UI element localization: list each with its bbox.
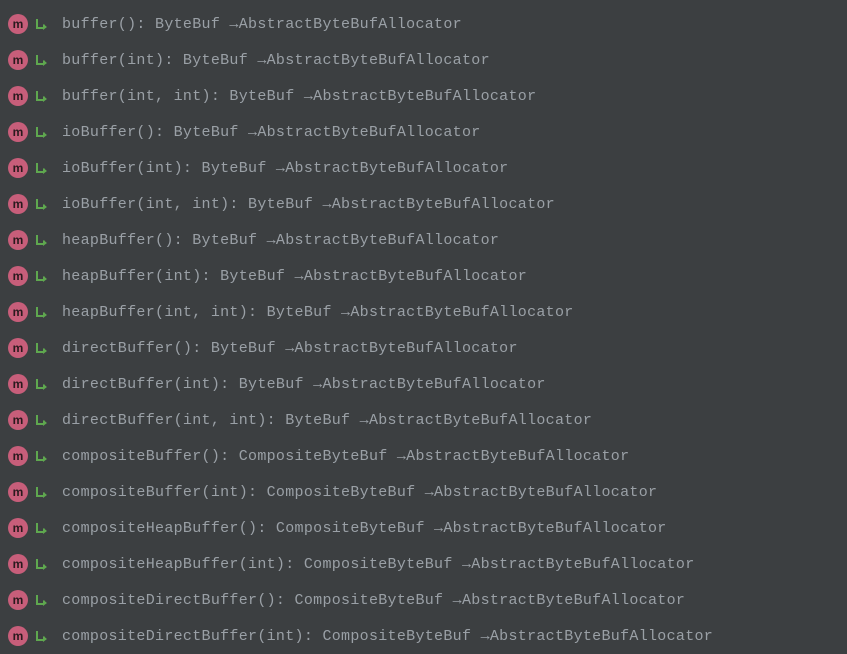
method-item[interactable]: m ioBuffer(): ByteBuf →AbstractByteBufAl… [0, 114, 847, 150]
method-signature: ioBuffer(): ByteBuf →AbstractByteBufAllo… [62, 124, 481, 141]
override-icon [34, 413, 48, 427]
method-item[interactable]: m heapBuffer(int): ByteBuf →AbstractByte… [0, 258, 847, 294]
method-signature: ioBuffer(int): ByteBuf →AbstractByteBufA… [62, 160, 508, 177]
method-item[interactable]: m compositeBuffer(int): CompositeByteBuf… [0, 474, 847, 510]
method-signature: heapBuffer(): ByteBuf →AbstractByteBufAl… [62, 232, 499, 249]
method-icon-letter: m [13, 449, 24, 463]
method-signature: compositeDirectBuffer(int): CompositeByt… [62, 628, 713, 645]
method-icon-letter: m [13, 17, 24, 31]
method-icon: m [8, 374, 28, 394]
method-item[interactable]: m buffer(int): ByteBuf →AbstractByteBufA… [0, 42, 847, 78]
override-icon [34, 89, 48, 103]
override-icon [34, 17, 48, 31]
method-icon-letter: m [13, 377, 24, 391]
override-icon [34, 485, 48, 499]
method-item[interactable]: m buffer(int, int): ByteBuf →AbstractByt… [0, 78, 847, 114]
method-signature: buffer(): ByteBuf →AbstractByteBufAlloca… [62, 16, 462, 33]
override-icon [34, 53, 48, 67]
method-icon: m [8, 266, 28, 286]
method-icon-letter: m [13, 521, 24, 535]
method-icon: m [8, 194, 28, 214]
method-icon-letter: m [13, 53, 24, 67]
method-icon-letter: m [13, 557, 24, 571]
method-signature: directBuffer(int, int): ByteBuf →Abstrac… [62, 412, 592, 429]
method-icon: m [8, 158, 28, 178]
method-item[interactable]: m ioBuffer(int): ByteBuf →AbstractByteBu… [0, 150, 847, 186]
method-icon: m [8, 230, 28, 250]
override-icon [34, 557, 48, 571]
method-item[interactable]: m compositeBuffer(): CompositeByteBuf →A… [0, 438, 847, 474]
method-item[interactable]: m compositeHeapBuffer(int): CompositeByt… [0, 546, 847, 582]
override-icon [34, 125, 48, 139]
method-icon: m [8, 554, 28, 574]
method-item[interactable]: m heapBuffer(int, int): ByteBuf →Abstrac… [0, 294, 847, 330]
override-icon [34, 449, 48, 463]
method-signature: buffer(int, int): ByteBuf →AbstractByteB… [62, 88, 536, 105]
method-item[interactable]: m directBuffer(int): ByteBuf →AbstractBy… [0, 366, 847, 402]
method-signature: heapBuffer(int, int): ByteBuf →AbstractB… [62, 304, 574, 321]
method-item[interactable]: m directBuffer(): ByteBuf →AbstractByteB… [0, 330, 847, 366]
override-icon [34, 305, 48, 319]
method-item[interactable]: m compositeHeapBuffer(): CompositeByteBu… [0, 510, 847, 546]
method-icon-letter: m [13, 197, 24, 211]
method-icon: m [8, 446, 28, 466]
method-item[interactable]: m ioBuffer(int, int): ByteBuf →AbstractB… [0, 186, 847, 222]
method-signature: compositeBuffer(): CompositeByteBuf →Abs… [62, 448, 629, 465]
method-icon-letter: m [13, 161, 24, 175]
method-icon-letter: m [13, 413, 24, 427]
method-icon: m [8, 410, 28, 430]
method-item[interactable]: m buffer(): ByteBuf →AbstractByteBufAllo… [0, 6, 847, 42]
method-icon: m [8, 50, 28, 70]
method-signature: directBuffer(): ByteBuf →AbstractByteBuf… [62, 340, 518, 357]
method-signature: compositeDirectBuffer(): CompositeByteBu… [62, 592, 685, 609]
method-icon: m [8, 338, 28, 358]
method-icon-letter: m [13, 485, 24, 499]
override-icon [34, 521, 48, 535]
method-signature: directBuffer(int): ByteBuf →AbstractByte… [62, 376, 546, 393]
method-icon: m [8, 302, 28, 322]
method-icon-letter: m [13, 89, 24, 103]
method-icon: m [8, 518, 28, 538]
method-signature: compositeHeapBuffer(int): CompositeByteB… [62, 556, 695, 573]
method-icon: m [8, 482, 28, 502]
override-icon [34, 233, 48, 247]
override-icon [34, 593, 48, 607]
method-signature: heapBuffer(int): ByteBuf →AbstractByteBu… [62, 268, 527, 285]
method-icon-letter: m [13, 125, 24, 139]
method-icon-letter: m [13, 341, 24, 355]
method-item[interactable]: m compositeDirectBuffer(int): CompositeB… [0, 618, 847, 654]
override-icon [34, 377, 48, 391]
method-icon: m [8, 626, 28, 646]
method-icon-letter: m [13, 593, 24, 607]
method-item[interactable]: m compositeDirectBuffer(): CompositeByte… [0, 582, 847, 618]
override-icon [34, 197, 48, 211]
method-icon: m [8, 122, 28, 142]
method-signature: compositeHeapBuffer(): CompositeByteBuf … [62, 520, 667, 537]
method-icon: m [8, 86, 28, 106]
method-signature: buffer(int): ByteBuf →AbstractByteBufAll… [62, 52, 490, 69]
override-icon [34, 629, 48, 643]
method-signature: compositeBuffer(int): CompositeByteBuf →… [62, 484, 657, 501]
method-item[interactable]: m heapBuffer(): ByteBuf →AbstractByteBuf… [0, 222, 847, 258]
override-icon [34, 341, 48, 355]
method-icon-letter: m [13, 269, 24, 283]
method-item[interactable]: m directBuffer(int, int): ByteBuf →Abstr… [0, 402, 847, 438]
method-icon-letter: m [13, 305, 24, 319]
method-icon-letter: m [13, 629, 24, 643]
override-icon [34, 269, 48, 283]
method-icon: m [8, 590, 28, 610]
method-icon: m [8, 14, 28, 34]
method-icon-letter: m [13, 233, 24, 247]
override-icon [34, 161, 48, 175]
method-signature: ioBuffer(int, int): ByteBuf →AbstractByt… [62, 196, 555, 213]
method-list: m buffer(): ByteBuf →AbstractByteBufAllo… [0, 6, 847, 654]
